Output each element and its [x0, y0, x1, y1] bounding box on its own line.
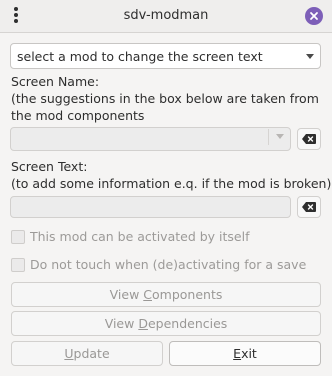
screen-name-combo [10, 127, 291, 151]
update-button: Update [11, 341, 163, 366]
exit-button[interactable]: Exit [169, 341, 321, 366]
chevron-down-icon [276, 134, 284, 139]
close-icon[interactable] [305, 7, 323, 25]
screen-text-label: Screen Text: [11, 159, 88, 174]
screen-text-hint: (to add some information e.q. if the mod… [11, 176, 332, 191]
mod-select-value: select a mod to change the screen text [17, 49, 263, 64]
view-components-button: View Components [11, 282, 321, 307]
clear-screen-text-button[interactable] [297, 196, 321, 218]
title-bar: sdv-modman [0, 0, 332, 33]
activate-alone-label: This mod can be activated by itself [30, 229, 250, 244]
screen-text-input [10, 196, 291, 218]
combo-separator [268, 129, 269, 145]
dont-touch-label: Do not touch when (de)activating for a s… [30, 257, 307, 272]
chevron-down-icon [306, 54, 314, 59]
view-dependencies-button: View Dependencies [11, 311, 321, 336]
screen-name-hint-2: the mod components [11, 108, 145, 123]
clear-screen-name-button[interactable] [297, 128, 321, 150]
backspace-icon [302, 134, 316, 144]
mod-select-dropdown[interactable]: select a mod to change the screen text [10, 43, 321, 69]
activate-alone-checkbox [11, 230, 25, 244]
screen-name-label: Screen Name: [11, 74, 100, 89]
backspace-icon [302, 202, 316, 212]
screen-name-hint-1: (the suggestions in the box below are ta… [11, 91, 319, 106]
window-title: sdv-modman [123, 8, 209, 23]
dont-touch-checkbox [11, 258, 25, 272]
